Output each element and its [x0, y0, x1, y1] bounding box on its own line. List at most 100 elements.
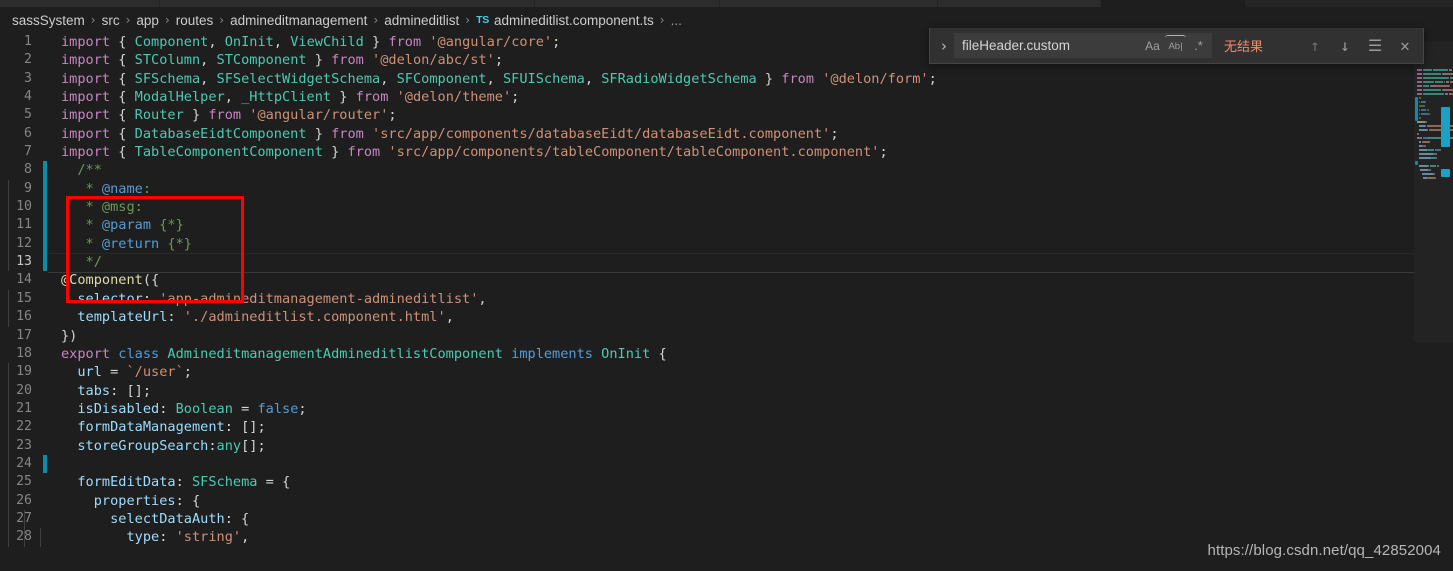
code-line[interactable]: 5 import { Router } from '@angular/router… — [0, 106, 1414, 124]
code-token: formDataManagement — [77, 419, 225, 436]
editor-tab-0[interactable] — [0, 0, 160, 7]
minimap-line-segment — [1434, 177, 1436, 179]
breadcrumb-item-0[interactable]: sassSystem — [12, 13, 85, 28]
minimap-line-segment — [1427, 113, 1430, 115]
code-token: isDisabled — [77, 400, 160, 417]
code-line[interactable]: 10 * @msg: — [0, 198, 1414, 217]
line-number: 16 — [16, 309, 32, 325]
breadcrumb-item-4[interactable]: admineditmanagement — [230, 13, 367, 28]
code-token: ({ — [142, 272, 160, 289]
breadcrumb-item-2[interactable]: app — [136, 13, 159, 28]
overview-ruler[interactable] — [1439, 7, 1453, 571]
code-line[interactable]: 21 isDisabled: Boolean = false; — [0, 399, 1414, 419]
code-token: : { — [224, 510, 250, 527]
line-number: 4 — [24, 89, 32, 105]
code-token: '@delon/form' — [822, 70, 929, 87]
code-token: ModalHelper — [134, 89, 225, 106]
toggle-replace-icon[interactable]: › — [934, 32, 954, 60]
code-line[interactable]: 27 selectDataAuth: { — [0, 509, 1414, 529]
code-line[interactable]: 24 — [0, 454, 1414, 474]
close-find-icon[interactable]: ✕ — [1395, 36, 1415, 56]
code-line[interactable]: 15 selector: 'app-admineditmanagement-ad… — [0, 289, 1414, 309]
code-token: , — [445, 309, 454, 326]
find-result-count: 无结果 — [1224, 39, 1264, 54]
code-token: : — [167, 309, 184, 326]
code-line[interactable]: 12 * @return {*} — [0, 234, 1414, 254]
editor-tab-4[interactable] — [938, 0, 1101, 7]
editor-tab-5[interactable] — [1101, 0, 1246, 7]
code-token: , — [224, 89, 242, 106]
code-line[interactable]: 19 url = `/user`; — [0, 363, 1414, 382]
code-line[interactable]: 3 import { SFSchema, SFSelectWidgetSchema… — [0, 70, 1414, 88]
editor-tab-2[interactable] — [535, 0, 720, 7]
code-token: import — [61, 125, 119, 142]
find-in-selection-icon[interactable]: ☰ — [1365, 36, 1385, 56]
breadcrumb-separator-icon: › — [90, 13, 96, 27]
find-widget[interactable]: › fileHeader.custom Aa Ab| .* 无结果 ↑ ↓ ☰ … — [929, 28, 1424, 64]
code-line[interactable]: 14 @Component({ — [0, 271, 1414, 289]
code-token: * — [61, 235, 102, 252]
code-line[interactable]: 17}) — [0, 327, 1414, 345]
code-line[interactable]: 4 import { ModalHelper, _HttpClient } fro… — [0, 88, 1414, 106]
search-input[interactable]: fileHeader.custom — [962, 38, 1142, 53]
code-editor[interactable]: 1 import { Component, OnInit, ViewChild }… — [0, 33, 1414, 571]
code-line[interactable]: 22 formDataManagement: []; — [0, 418, 1414, 437]
tab-strip-filler — [1246, 0, 1453, 7]
code-line[interactable]: 11 * @param {*} — [0, 216, 1414, 235]
code-line[interactable]: 6 import { DatabaseEidtComponent } from '… — [0, 125, 1414, 143]
code-token: storeGroupSearch — [77, 437, 209, 454]
indent-guide — [8, 436, 9, 455]
code-line[interactable]: 26 properties: { — [0, 491, 1414, 510]
code-line-text: formEditData: SFSchema = { — [8, 473, 1414, 492]
match-case-icon[interactable]: Aa — [1142, 35, 1163, 56]
code-token: ; — [183, 364, 192, 381]
breadcrumb-item-3[interactable]: routes — [176, 13, 214, 28]
find-input-wrapper[interactable]: fileHeader.custom Aa Ab| .* — [954, 33, 1212, 58]
indent-guide — [8, 491, 9, 510]
find-options: Aa Ab| .* — [1142, 35, 1209, 56]
code-line[interactable]: 16 templateUrl: './admineditlist.compone… — [0, 308, 1414, 327]
breadcrumb-overflow[interactable]: ... — [671, 13, 682, 28]
editor-tab-1[interactable] — [160, 0, 535, 7]
previous-match-icon[interactable]: ↑ — [1305, 36, 1325, 56]
indent-guide — [8, 528, 9, 547]
code-line-text: @Component({ — [47, 271, 1414, 289]
breadcrumb-file-name[interactable]: admineditlist.component.ts — [494, 13, 654, 28]
code-line[interactable]: 20 tabs: []; — [0, 381, 1414, 400]
code-token: import — [61, 144, 119, 161]
minimap-line-segment — [1433, 173, 1436, 175]
code-line[interactable]: 7 import { TableComponentComponent } from… — [0, 143, 1414, 161]
minimap-line-segment — [1418, 149, 1427, 151]
code-line[interactable]: 28 type: 'string', — [0, 528, 1414, 547]
code-line[interactable]: 13 */ — [0, 253, 1414, 274]
code-token: { — [118, 34, 135, 50]
code-line-text: * @param {*} — [8, 216, 1414, 235]
indent-guide — [8, 399, 9, 419]
minimap-line-segment — [1419, 117, 1421, 119]
code-token: implements — [511, 345, 602, 362]
code-token: { — [118, 107, 135, 124]
editor-tab-3[interactable] — [720, 0, 938, 7]
code-token: { — [118, 70, 135, 87]
code-line-text: tabs: []; — [8, 381, 1414, 400]
line-number: 27 — [0, 510, 40, 528]
minimap-line-segment — [1417, 85, 1422, 87]
code-line-text: storeGroupSearch:any[]; — [8, 436, 1414, 455]
code-line[interactable]: 8 /** — [0, 161, 1414, 180]
code-token: ; — [298, 400, 307, 417]
breadcrumb-item-5[interactable]: admineditlist — [384, 13, 459, 28]
code-line[interactable]: 9 * @name: — [0, 179, 1414, 199]
code-line[interactable]: 18 export class AdmineditmanagementAdmine… — [0, 345, 1414, 363]
code-token: * — [61, 180, 102, 197]
breadcrumb-item-1[interactable]: src — [102, 13, 120, 28]
next-match-icon[interactable]: ↓ — [1335, 36, 1355, 56]
code-line[interactable]: 23 storeGroupSearch:any[]; — [0, 436, 1414, 455]
minimap-line-segment — [1417, 69, 1422, 71]
indent-guide — [8, 509, 9, 529]
whole-word-icon[interactable]: Ab| — [1165, 35, 1186, 56]
use-regex-icon[interactable]: .* — [1188, 35, 1209, 56]
code-line[interactable]: 25 formEditData: SFSchema = { — [0, 473, 1414, 492]
